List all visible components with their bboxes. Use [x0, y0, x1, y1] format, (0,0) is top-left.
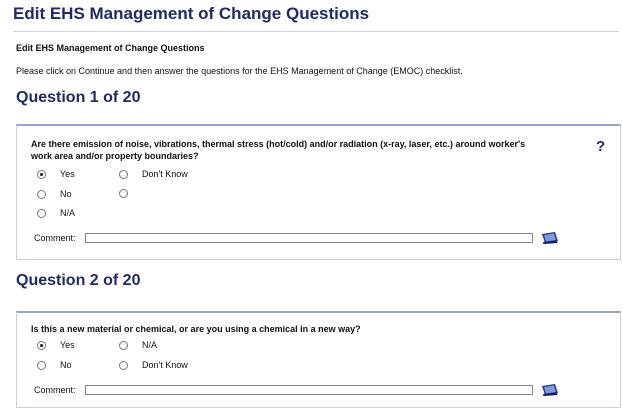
option-no[interactable]: No: [37, 360, 72, 370]
comment-input[interactable]: [85, 233, 533, 243]
question-2-heading: Question 2 of 20: [16, 272, 141, 289]
question-2-text: Is this a new material or chemical, or a…: [31, 324, 361, 334]
option-blank[interactable]: [119, 189, 128, 198]
option-no[interactable]: No: [37, 189, 72, 199]
radio-no[interactable]: [37, 189, 46, 199]
notepad-edit-icon[interactable]: [540, 229, 560, 245]
page-title: Edit EHS Management of Change Questions: [13, 4, 370, 23]
option-label-no: No: [60, 189, 72, 199]
question-mark-icon: ?: [596, 138, 606, 155]
comment-label: Comment:: [34, 385, 76, 395]
option-label-dont-know: Don't Know: [142, 360, 188, 370]
comment-label: Comment:: [34, 233, 76, 243]
question-2-box: Is this a new material or chemical, or a…: [16, 311, 621, 408]
question-1-text: Are there emission of noise, vibrations,…: [31, 139, 526, 161]
question-1-box: Are there emission of noise, vibrations,…: [16, 124, 621, 260]
radio-no[interactable]: [37, 360, 46, 370]
option-label-no: No: [60, 360, 72, 370]
option-label-yes: Yes: [60, 340, 75, 350]
option-label-yes: Yes: [60, 169, 75, 179]
option-na[interactable]: N/A: [37, 208, 75, 218]
option-label-na: N/A: [60, 208, 76, 218]
option-dont-know[interactable]: Don't Know: [119, 169, 188, 179]
option-yes[interactable]: Yes: [37, 340, 75, 350]
comment-input[interactable]: [85, 385, 533, 395]
question-1-heading: Question 1 of 20: [16, 89, 141, 106]
instructions-text: Please click on Continue and then answer…: [16, 66, 463, 76]
option-label-dont-know: Don't Know: [142, 169, 188, 179]
help-button[interactable]: ?: [596, 138, 605, 155]
radio-blank[interactable]: [119, 189, 128, 198]
notepad-edit-icon[interactable]: [540, 381, 560, 397]
radio-yes[interactable]: [37, 169, 46, 179]
radio-dont-know[interactable]: [119, 169, 128, 179]
page-subtitle: Edit EHS Management of Change Questions: [16, 43, 205, 53]
option-yes[interactable]: Yes: [37, 169, 75, 179]
radio-na[interactable]: [37, 208, 46, 218]
option-dont-know[interactable]: Don't Know: [119, 360, 188, 370]
radio-yes[interactable]: [37, 340, 46, 350]
radio-dont-know[interactable]: [119, 360, 128, 370]
title-divider: [13, 31, 619, 32]
option-label-na: N/A: [142, 340, 158, 350]
option-na[interactable]: N/A: [119, 340, 157, 350]
radio-na[interactable]: [119, 340, 128, 350]
